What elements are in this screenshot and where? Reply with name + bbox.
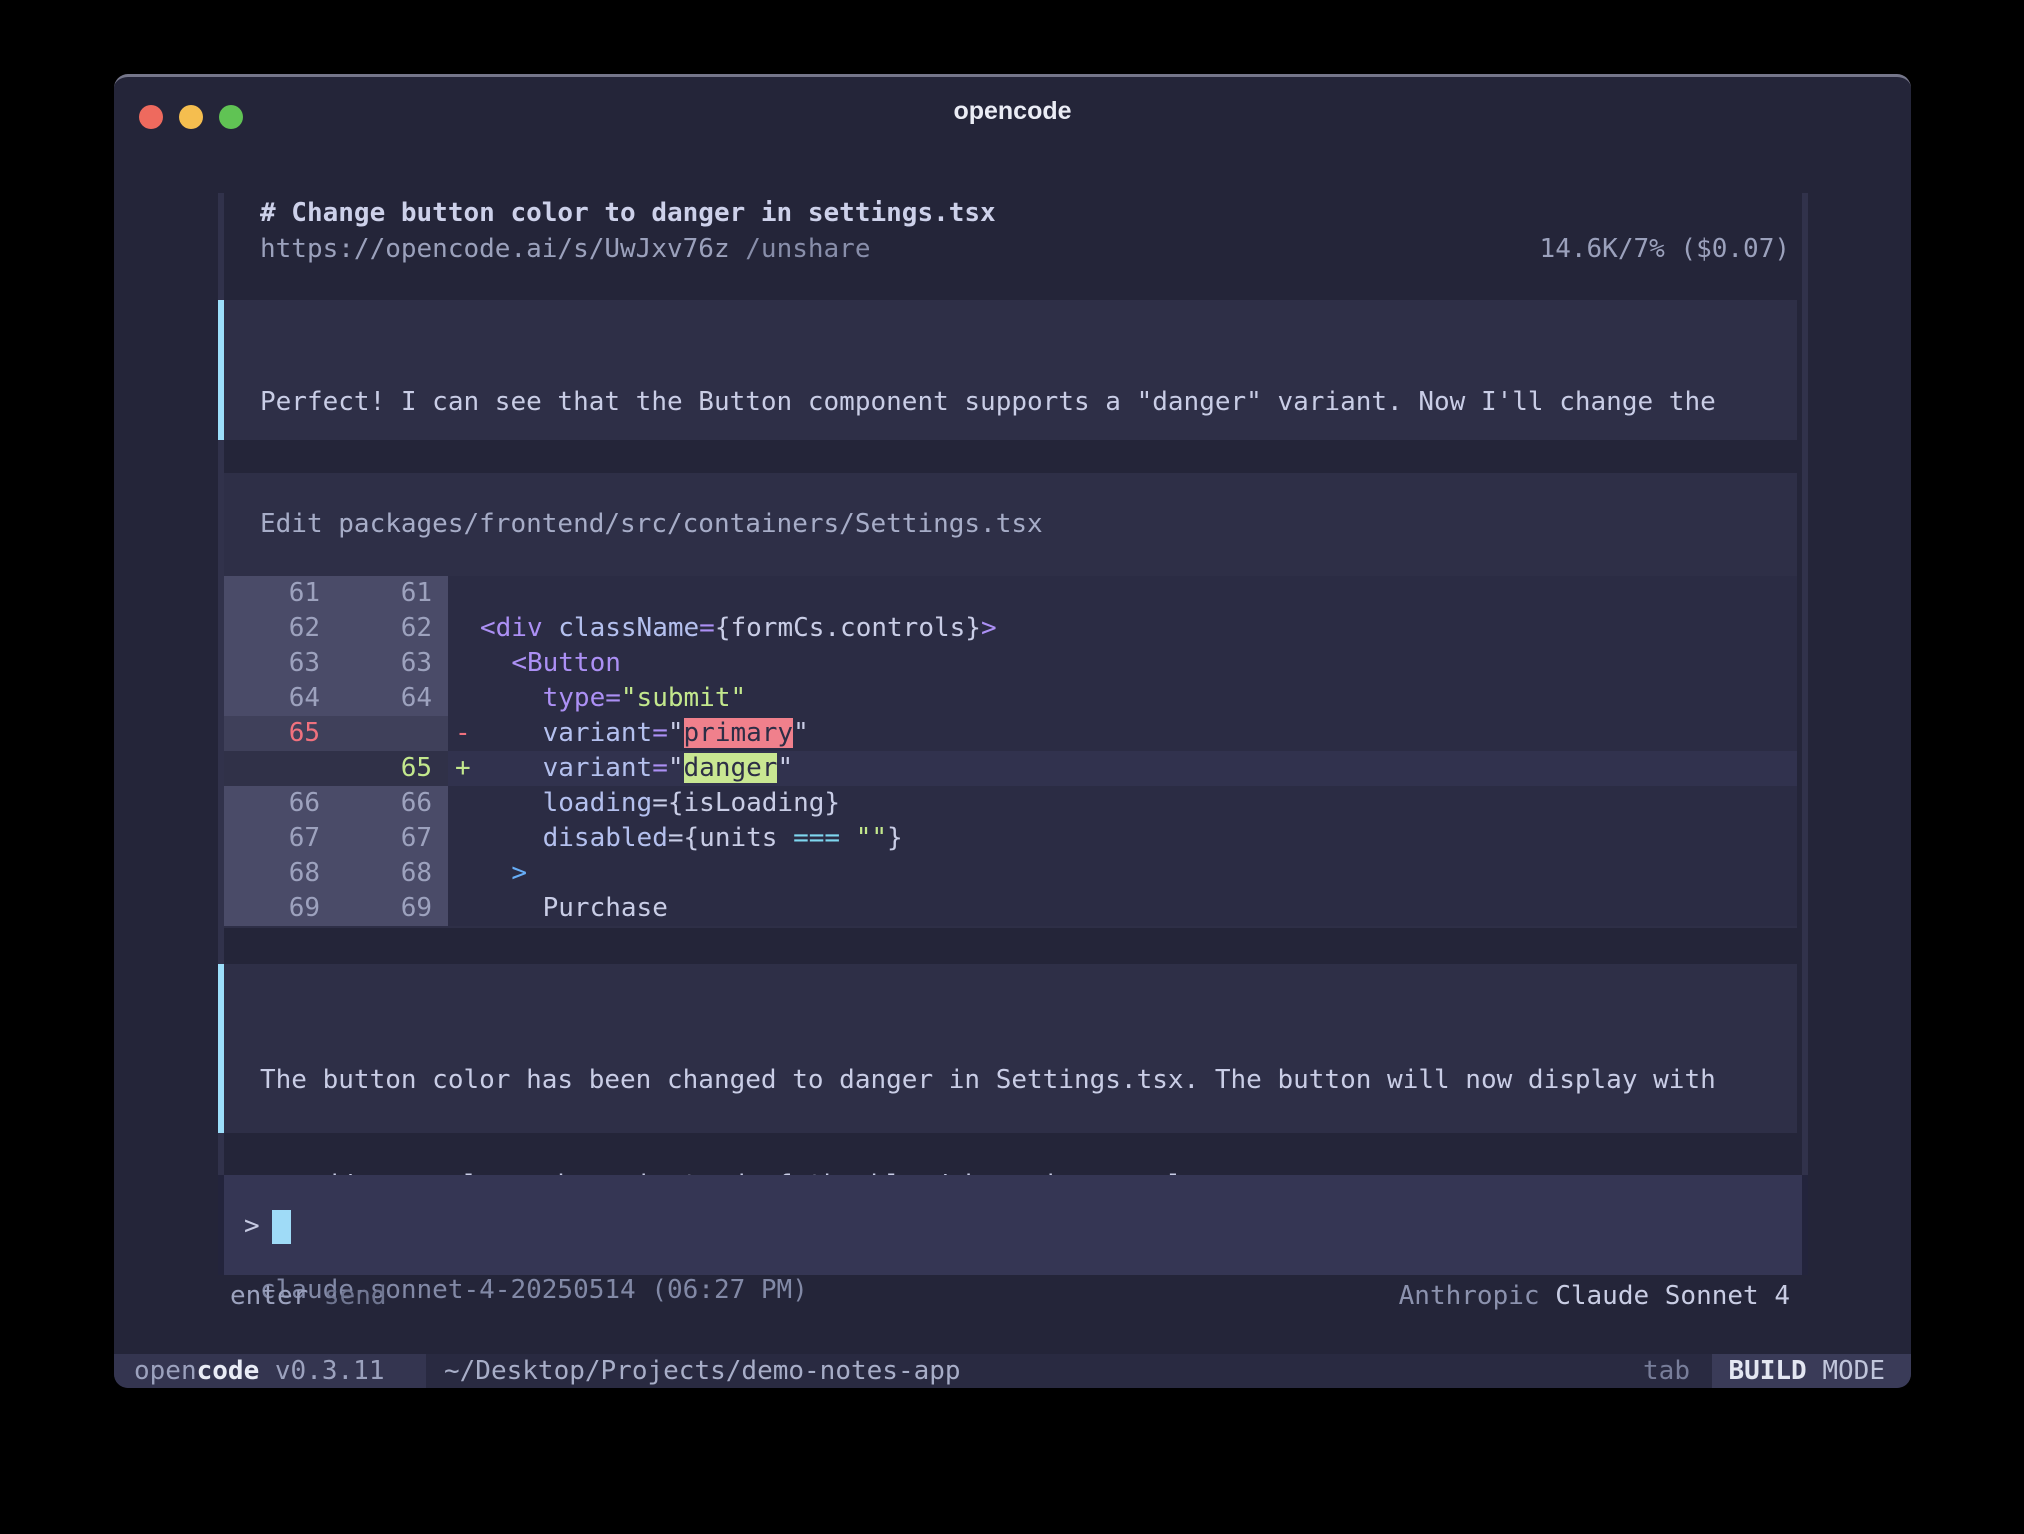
hint-enter-key: enter — [230, 1281, 308, 1311]
code-line: loading={isLoading} — [480, 786, 1797, 821]
gutter-old-line-number: 63 — [224, 646, 336, 681]
gutter-new-line-number: 69 — [336, 891, 448, 926]
diff-row: 6464 type="submit" — [224, 681, 1797, 716]
gutter-old-line-number: 65 — [224, 716, 336, 751]
session-url: https://opencode.ai/s/UwJxv76z — [260, 234, 730, 264]
gutter-new-line-number: 64 — [336, 681, 448, 716]
mode-label-bold: BUILD — [1728, 1356, 1806, 1386]
diff-marker: - — [448, 716, 480, 751]
code-line: variant="danger" — [480, 751, 1797, 786]
mode-label-rest: MODE — [1807, 1356, 1885, 1386]
gutter-new-line-number: 66 — [336, 786, 448, 821]
diff-marker — [448, 611, 480, 646]
unshare-command: /unshare — [745, 234, 870, 264]
edit-tool-title: Edit packages/frontend/src/containers/Se… — [224, 473, 1797, 576]
gutter-new-line-number: 61 — [336, 576, 448, 611]
gutter-new-line-number: 65 — [336, 751, 448, 786]
code-line: > — [480, 856, 1797, 891]
message-text-line: The button color has been changed to dan… — [260, 1063, 1797, 1098]
gutter-new-line-number: 63 — [336, 646, 448, 681]
gutter-old-line-number: 62 — [224, 611, 336, 646]
diff-marker — [448, 681, 480, 716]
diff-row: 65 - variant="primary" — [224, 716, 1797, 751]
diff-row: 6767 disabled={units === ""} — [224, 821, 1797, 856]
diff-marker: + — [448, 751, 480, 786]
code-line: variant="primary" — [480, 716, 1797, 751]
tab-key-hint: tab — [1643, 1354, 1690, 1388]
app-version: v0.3.11 — [259, 1356, 384, 1386]
diff-row: 6969 Purchase — [224, 891, 1797, 926]
gutter-old-line-number: 68 — [224, 856, 336, 891]
diff-row: 65+ variant="danger" — [224, 751, 1797, 786]
diff-marker — [448, 576, 480, 611]
mode-chip[interactable]: BUILD MODE — [1712, 1354, 1911, 1388]
code-line — [480, 576, 1797, 611]
code-line: <div className={formCs.controls}> — [480, 611, 1797, 646]
token-stats: 14.6K/7% ($0.07) — [1540, 231, 1790, 267]
text-cursor — [272, 1210, 291, 1244]
session-title: # Change button color to danger in setti… — [260, 195, 1790, 231]
brand-chip: opencode v0.3.11 — [114, 1354, 426, 1388]
diff-marker — [448, 646, 480, 681]
gutter-new-line-number — [336, 716, 448, 751]
right-border-line — [1802, 193, 1808, 1275]
diff: 61616262 <div className={formCs.controls}… — [224, 576, 1797, 926]
hints-row: enter send Anthropic Claude Sonnet 4 — [230, 1279, 1790, 1314]
code-line: disabled={units === ""} — [480, 821, 1797, 856]
status-bar: opencode v0.3.11 ~/Desktop/Projects/demo… — [114, 1354, 1911, 1388]
cwd-path: ~/Desktop/Projects/demo-notes-app — [444, 1354, 961, 1388]
titlebar: opencode — [114, 77, 1911, 145]
model-provider: Anthropic — [1399, 1281, 1540, 1311]
gutter-old-line-number — [224, 751, 336, 786]
gutter-new-line-number: 68 — [336, 856, 448, 891]
diff-row: 6868 > — [224, 856, 1797, 891]
diff-row: 6262 <div className={formCs.controls}> — [224, 611, 1797, 646]
gutter-old-line-number: 69 — [224, 891, 336, 926]
message-accent-bar — [218, 300, 224, 440]
diff-marker — [448, 856, 480, 891]
gutter-old-line-number: 61 — [224, 576, 336, 611]
message-text-line: Perfect! I can see that the Button compo… — [260, 385, 1797, 420]
diff-row: 6161 — [224, 576, 1797, 611]
model-indicator: Anthropic Claude Sonnet 4 — [1399, 1279, 1790, 1314]
model-name: Claude Sonnet 4 — [1540, 1281, 1790, 1311]
brand-code: code — [197, 1356, 260, 1386]
code-line: Purchase — [480, 891, 1797, 926]
opencode-window: opencode # Change button color to danger… — [114, 74, 1911, 1385]
prompt-input[interactable]: > — [218, 1175, 1808, 1275]
diff-row: 6363 <Button — [224, 646, 1797, 681]
session-header: # Change button color to danger in setti… — [260, 195, 1790, 267]
hint-send-label: send — [308, 1281, 386, 1311]
diff-marker — [448, 786, 480, 821]
edit-tool-block: Edit packages/frontend/src/containers/Se… — [224, 473, 1797, 928]
code-line: type="submit" — [480, 681, 1797, 716]
message-accent-bar — [218, 964, 224, 1133]
gutter-new-line-number: 67 — [336, 821, 448, 856]
gutter-old-line-number: 66 — [224, 786, 336, 821]
assistant-message: The button color has been changed to dan… — [218, 964, 1797, 1133]
diff-marker — [448, 821, 480, 856]
gutter-new-line-number: 62 — [336, 611, 448, 646]
diff-marker — [448, 891, 480, 926]
prompt-symbol: > — [244, 1211, 260, 1241]
session-share-line: https://opencode.ai/s/UwJxv76z /unshare — [260, 231, 871, 267]
diff-row: 6666 loading={isLoading} — [224, 786, 1797, 821]
brand-open: open — [134, 1356, 197, 1386]
send-hint: enter send — [230, 1279, 387, 1314]
assistant-message: Perfect! I can see that the Button compo… — [218, 300, 1797, 440]
gutter-old-line-number: 67 — [224, 821, 336, 856]
window-title: opencode — [114, 97, 1911, 126]
code-line: <Button — [480, 646, 1797, 681]
gutter-old-line-number: 64 — [224, 681, 336, 716]
